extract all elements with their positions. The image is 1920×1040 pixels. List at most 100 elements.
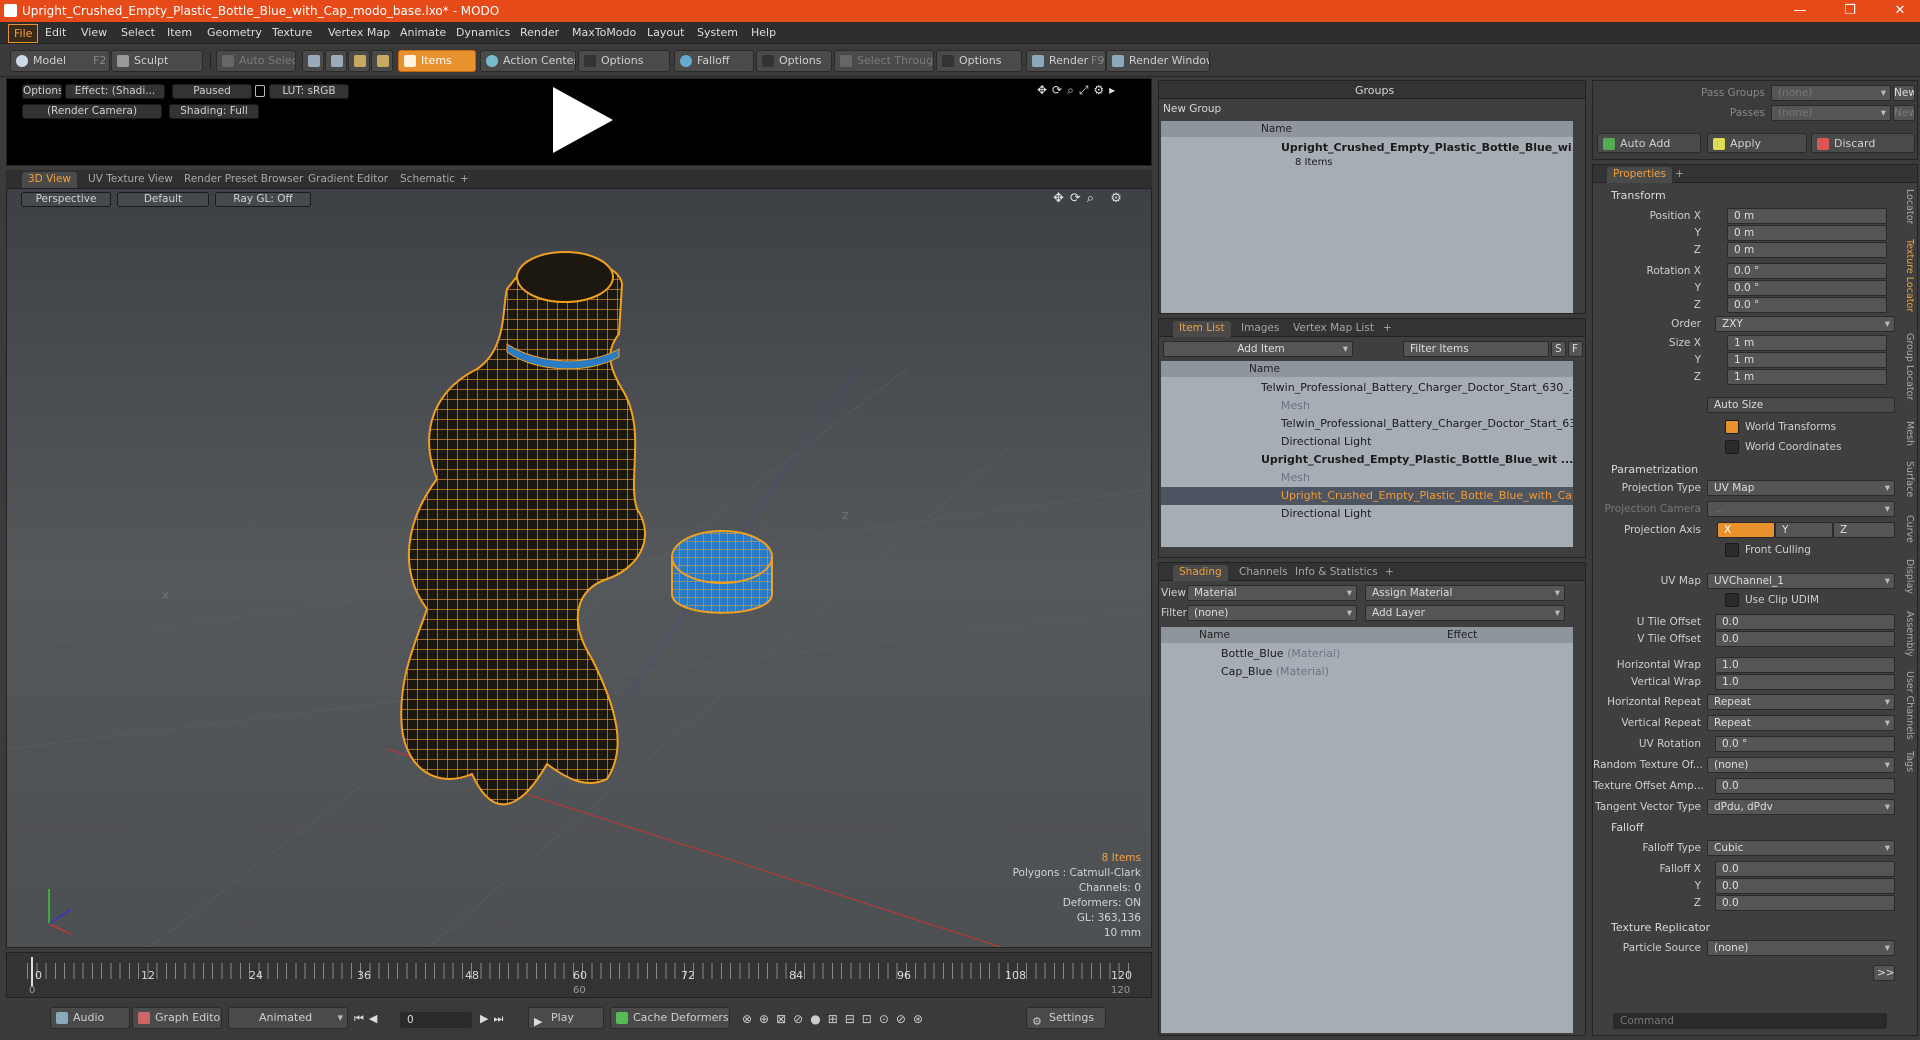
material-row[interactable]: Cap_Blue (Material)	[1161, 663, 1573, 681]
falloff-z-field[interactable]: 0.0	[1715, 895, 1895, 911]
position-x-field[interactable]: 0 m	[1727, 208, 1887, 224]
position-z-field[interactable]: 0 m	[1727, 242, 1887, 258]
materials-mode-button[interactable]	[371, 50, 393, 72]
assign-material-dropdown[interactable]: Assign Material	[1365, 585, 1565, 601]
skip-back-icons[interactable]: ⏮◀	[354, 1012, 382, 1026]
front-culling-checkbox[interactable]	[1725, 543, 1739, 557]
menu-edit[interactable]: Edit	[45, 26, 66, 39]
menu-system[interactable]: System	[697, 26, 738, 39]
select-through-button[interactable]: Select Through	[834, 50, 934, 72]
render-button[interactable]: Render F9	[1026, 50, 1106, 72]
falloff-button[interactable]: Falloff	[674, 50, 754, 72]
sidetab-texture-locator[interactable]: Texture Locator	[1901, 239, 1915, 312]
new-pass-button[interactable]: New	[1893, 105, 1915, 121]
menu-animate[interactable]: Animate	[400, 26, 446, 39]
sidetab-user-channels[interactable]: User Channels	[1901, 671, 1915, 740]
tab-gradient-editor[interactable]: Gradient Editor	[302, 172, 394, 188]
position-y-field[interactable]: 0 m	[1727, 225, 1887, 241]
timeline-playhead[interactable]	[31, 957, 33, 987]
add-layer-dropdown[interactable]: Add Layer	[1365, 605, 1565, 621]
size-y-field[interactable]: 1 m	[1727, 352, 1887, 368]
shading-dropdown[interactable]: Shading: Full	[169, 104, 259, 119]
animated-dropdown[interactable]: Animated	[228, 1007, 348, 1029]
texture-replicator-section[interactable]: Texture Replicator	[1611, 921, 1710, 934]
list-item[interactable]: Telwin_Professional_Battery_Charger_Doct…	[1161, 415, 1573, 433]
select-through-options-button[interactable]: Options	[936, 50, 1022, 72]
falloff-section[interactable]: Falloff	[1611, 821, 1643, 834]
projection-camera-dropdown[interactable]: ...	[1707, 501, 1895, 517]
sidetab-assembly[interactable]: Assembly	[1901, 611, 1915, 657]
random-texture-dropdown[interactable]: (none)	[1707, 757, 1895, 773]
effect-dropdown[interactable]: Effect: (Shadi...	[65, 84, 165, 99]
vertices-mode-button[interactable]	[302, 50, 324, 72]
bottle-mesh[interactable]	[400, 256, 647, 806]
pass-groups-dropdown[interactable]: (none)	[1771, 85, 1891, 101]
falloff-x-field[interactable]: 0.0	[1715, 861, 1895, 877]
list-item[interactable]: Upright_Crushed_Empty_Plastic_Bottle_Blu…	[1161, 451, 1573, 469]
menu-file[interactable]: File	[8, 24, 39, 43]
falloff-y-field[interactable]: 0.0	[1715, 878, 1895, 894]
lut-dropdown[interactable]: LUT: sRGB	[269, 84, 349, 99]
tab-vertex-map-list[interactable]: Vertex Map List	[1287, 321, 1380, 337]
action-center-options-button[interactable]: Options	[578, 50, 670, 72]
skip-forward-icons[interactable]: ▶⏭	[480, 1012, 508, 1026]
rotation-x-field[interactable]: 0.0 °	[1727, 263, 1887, 279]
settings-button[interactable]: ⚙ Settings	[1026, 1007, 1106, 1029]
cap-mesh[interactable]	[671, 530, 773, 614]
list-item[interactable]: Mesh	[1161, 397, 1573, 415]
tab-item-list[interactable]: Item List	[1173, 321, 1231, 337]
group-row[interactable]: Upright_Crushed_Empty_Plastic_Bottle_Blu…	[1161, 139, 1573, 173]
transform-section[interactable]: Transform	[1611, 189, 1666, 202]
menu-geometry[interactable]: Geometry	[207, 26, 262, 39]
world-transforms-checkbox[interactable]	[1725, 420, 1739, 434]
tab-add[interactable]: +	[1377, 321, 1398, 337]
sculpt-mode-button[interactable]: Sculpt	[111, 50, 203, 72]
filter-dropdown[interactable]: (none)	[1187, 605, 1357, 621]
frame-input[interactable]: 0	[400, 1012, 472, 1028]
maximize-button[interactable]: ❐	[1836, 2, 1864, 20]
polygons-mode-button[interactable]	[348, 50, 370, 72]
tab-add[interactable]: +	[1669, 167, 1690, 183]
items-mode-button[interactable]: Items	[398, 50, 476, 72]
projection-axis-z[interactable]: Z	[1833, 522, 1895, 538]
menu-vertex-map[interactable]: Vertex Map	[328, 26, 390, 39]
sidetab-group-locator[interactable]: Group Locator	[1901, 333, 1915, 400]
preview-nav-icons[interactable]: ✥⟳⌕⤢⚙▸	[1037, 83, 1120, 98]
apply-button[interactable]: Apply	[1707, 133, 1807, 153]
new-group-button[interactable]: New Group	[1163, 103, 1221, 115]
paused-button[interactable]: Paused	[172, 84, 252, 99]
rotation-y-field[interactable]: 0.0 °	[1727, 280, 1887, 296]
action-center-button[interactable]: Action Center	[480, 50, 576, 72]
tab-render-preset-browser[interactable]: Render Preset Browser	[178, 172, 309, 188]
order-dropdown[interactable]: ZXY	[1715, 316, 1895, 332]
tab-schematic[interactable]: Schematic	[394, 172, 461, 188]
menu-render[interactable]: Render	[520, 26, 559, 39]
uv-map-dropdown[interactable]: UVChannel_1	[1707, 573, 1895, 589]
tab-properties[interactable]: Properties	[1607, 167, 1673, 183]
graph-editor-button[interactable]: Graph Editor	[132, 1007, 222, 1029]
material-row[interactable]: Bottle_Blue (Material)	[1161, 645, 1573, 663]
list-item[interactable]: Telwin_Professional_Battery_Charger_Doct…	[1161, 379, 1573, 397]
timeline[interactable]: 0 12 24 36 48 60 72 84 96 108 120 0 60 1…	[6, 952, 1152, 998]
tab-images[interactable]: Images	[1235, 321, 1285, 337]
tab-3d-view[interactable]: 3D View	[22, 172, 78, 188]
filter-f-button[interactable]: F	[1568, 341, 1583, 357]
list-item[interactable]: Mesh	[1161, 469, 1573, 487]
add-tab-button[interactable]: +	[454, 172, 475, 188]
u-tile-offset-field[interactable]: 0.0	[1715, 614, 1895, 630]
play-button[interactable]: ▶ Play	[528, 1007, 604, 1029]
size-x-field[interactable]: 1 m	[1727, 335, 1887, 351]
sidetab-curve[interactable]: Curve	[1901, 515, 1915, 543]
preview-options-button[interactable]: Options	[22, 84, 62, 99]
menu-maxtomodo[interactable]: MaxToModo	[572, 26, 636, 39]
world-coordinates-checkbox[interactable]	[1725, 440, 1739, 454]
tangent-vector-dropdown[interactable]: dPdu, dPdv	[1707, 799, 1895, 815]
command-input[interactable]: Command	[1613, 1013, 1887, 1029]
cache-deformers-button[interactable]: Cache Deformers	[610, 1007, 730, 1029]
tab-shading[interactable]: Shading	[1173, 565, 1228, 581]
tab-uv-texture-view[interactable]: UV Texture View	[82, 172, 179, 188]
sidetab-tags[interactable]: Tags	[1901, 751, 1915, 772]
play-icon[interactable]	[547, 85, 617, 155]
close-button[interactable]: ✕	[1886, 2, 1914, 20]
list-item[interactable]: Directional Light	[1161, 505, 1573, 523]
